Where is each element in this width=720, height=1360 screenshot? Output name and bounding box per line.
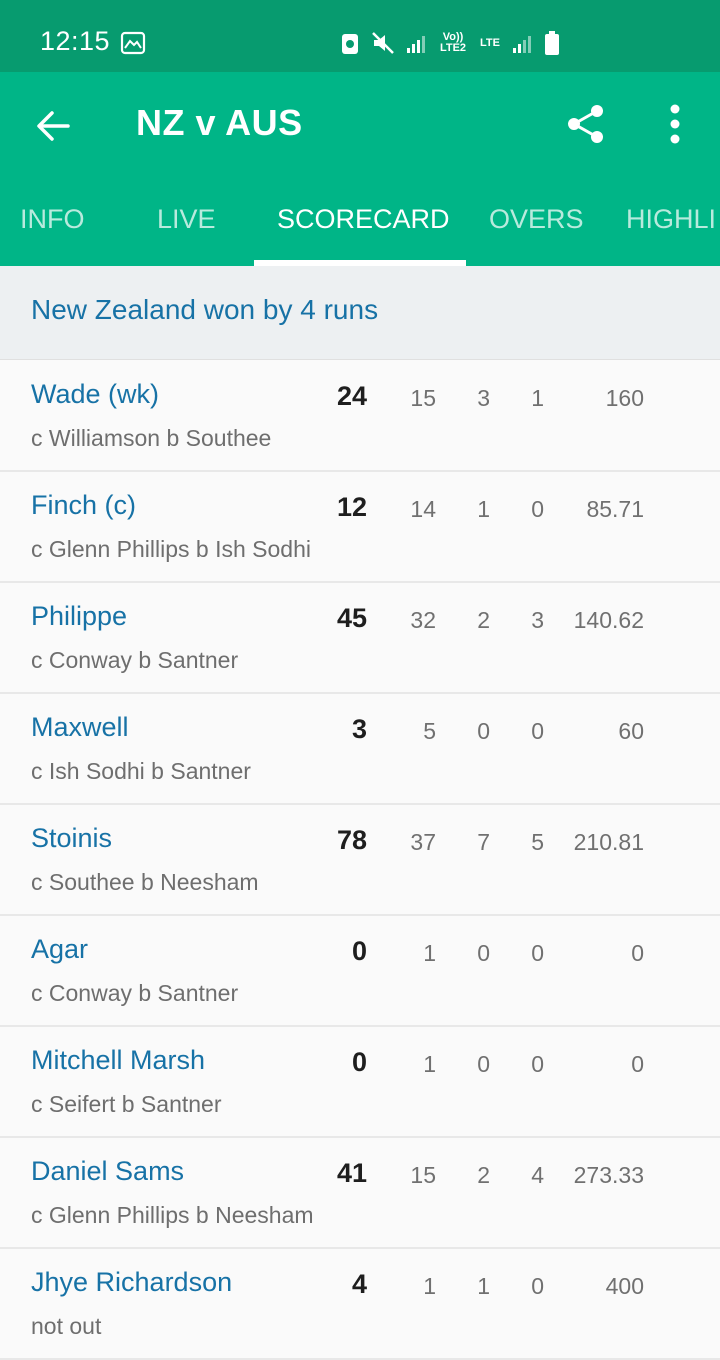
batter-balls: 1 — [423, 940, 436, 966]
batter-runs: 4 — [351, 1269, 367, 1299]
batter-fours: 1 — [477, 1273, 490, 1299]
app-bar: NZ v AUS INFO LIVE SCORECARD OVERS HIGHL… — [0, 72, 720, 266]
batter-balls: 14 — [410, 496, 436, 522]
batter-row[interactable]: Maxwell c Ish Sodhi b Santner 3 5 0 0 60 — [0, 694, 720, 805]
tab-live[interactable]: LIVE — [157, 204, 216, 235]
batter-strike-rate: 160 — [605, 385, 644, 411]
batter-name[interactable]: Mitchell Marsh — [31, 1045, 205, 1076]
batter-strike-rate: 60 — [618, 718, 644, 744]
batter-runs: 0 — [351, 936, 367, 966]
batter-dismissal: c Conway b Santner — [31, 980, 239, 1006]
batter-name[interactable]: Stoinis — [31, 823, 112, 854]
batter-name[interactable]: Jhye Richardson — [31, 1267, 232, 1298]
batter-row[interactable]: Mitchell Marsh c Seifert b Santner 0 1 0… — [0, 1027, 720, 1138]
batter-strike-rate: 400 — [605, 1273, 644, 1299]
batter-runs: 3 — [351, 714, 367, 744]
batter-sixes: 1 — [531, 385, 544, 411]
batter-fours: 0 — [477, 718, 490, 744]
batter-dismissal: c Southee b Neesham — [31, 869, 259, 895]
batter-name[interactable]: Wade (wk) — [31, 379, 159, 410]
gallery-icon — [120, 31, 146, 55]
batter-sixes: 5 — [531, 829, 544, 855]
batter-name[interactable]: Finch (c) — [31, 490, 136, 521]
batter-dismissal: c Seifert b Santner — [31, 1091, 222, 1117]
tab-scorecard[interactable]: SCORECARD — [277, 204, 450, 235]
batter-strike-rate: 0 — [631, 940, 644, 966]
tab-info[interactable]: INFO — [20, 204, 85, 235]
batter-dismissal: c Conway b Santner — [31, 647, 239, 673]
batter-row[interactable]: Jhye Richardson not out 4 1 1 0 400 — [0, 1249, 720, 1360]
batter-row[interactable]: Agar c Conway b Santner 0 1 0 0 0 — [0, 916, 720, 1027]
status-bar: 12:15 Vo)) LTE2 LTE — [0, 0, 720, 72]
batter-dismissal: c Ish Sodhi b Santner — [31, 758, 251, 784]
batter-fours: 3 — [477, 385, 490, 411]
batter-sixes: 0 — [531, 1051, 544, 1077]
batter-balls: 37 — [410, 829, 436, 855]
batter-dismissal: not out — [31, 1313, 102, 1339]
batter-runs: 24 — [336, 381, 367, 411]
batter-name[interactable]: Agar — [31, 934, 88, 965]
batter-strike-rate: 85.71 — [586, 496, 644, 522]
batter-sixes: 0 — [531, 718, 544, 744]
batter-runs: 41 — [336, 1158, 367, 1188]
batter-row[interactable]: Daniel Sams c Glenn Phillips b Neesham 4… — [0, 1138, 720, 1249]
batter-row[interactable]: Stoinis c Southee b Neesham 78 37 7 5 21… — [0, 805, 720, 916]
battery-icon — [545, 31, 559, 55]
batter-name[interactable]: Philippe — [31, 601, 127, 632]
match-result-text: New Zealand won by 4 runs — [31, 294, 379, 325]
page-title: NZ v AUS — [136, 102, 303, 143]
recycle-icon — [342, 34, 358, 54]
batter-strike-rate: 273.33 — [573, 1162, 644, 1188]
batter-sixes: 0 — [531, 940, 544, 966]
batter-balls: 1 — [423, 1051, 436, 1077]
batter-strike-rate: 0 — [631, 1051, 644, 1077]
status-time: 12:15 — [40, 26, 111, 56]
batter-runs: 78 — [336, 825, 367, 855]
status-icons: Vo)) LTE2 LTE — [340, 28, 560, 58]
batter-row[interactable]: Philippe c Conway b Santner 45 32 2 3 14… — [0, 583, 720, 694]
batter-balls: 15 — [410, 385, 436, 411]
batter-balls: 15 — [410, 1162, 436, 1188]
batter-sixes: 0 — [531, 1273, 544, 1299]
batter-row[interactable]: Wade (wk) c Williamson b Southee 24 15 3… — [0, 361, 720, 472]
more-vert-icon[interactable] — [660, 102, 690, 146]
batter-fours: 2 — [477, 1162, 490, 1188]
batter-name[interactable]: Maxwell — [31, 712, 129, 743]
back-arrow-icon[interactable] — [34, 106, 74, 146]
batter-balls: 32 — [410, 607, 436, 633]
batter-dismissal: c Williamson b Southee — [31, 425, 272, 451]
mute-icon — [372, 32, 394, 54]
tab-bar: INFO LIVE SCORECARD OVERS HIGHLI — [0, 198, 720, 266]
batter-sixes: 0 — [531, 496, 544, 522]
batter-fours: 0 — [477, 1051, 490, 1077]
tab-highlights[interactable]: HIGHLI — [626, 204, 716, 235]
network-label-2: LTE — [480, 36, 500, 49]
share-icon[interactable] — [564, 102, 608, 146]
batter-balls: 1 — [423, 1273, 436, 1299]
tab-overs[interactable]: OVERS — [489, 204, 584, 235]
batter-row[interactable]: Finch (c) c Glenn Phillips b Ish Sodhi 1… — [0, 472, 720, 583]
batter-dismissal: c Glenn Phillips b Ish Sodhi — [31, 536, 311, 562]
match-result-banner: New Zealand won by 4 runs — [0, 266, 720, 360]
batter-fours: 7 — [477, 829, 490, 855]
batter-fours: 2 — [477, 607, 490, 633]
batter-runs: 0 — [351, 1047, 367, 1077]
batter-runs: 12 — [336, 492, 367, 522]
batting-scorecard: Wade (wk) c Williamson b Southee 24 15 3… — [0, 361, 720, 1360]
batter-sixes: 4 — [531, 1162, 544, 1188]
batter-balls: 5 — [423, 718, 436, 744]
network-label-1: Vo)) LTE2 — [439, 31, 467, 54]
signal-icon-2 — [513, 36, 531, 53]
batter-strike-rate: 140.62 — [573, 607, 644, 633]
batter-fours: 0 — [477, 940, 490, 966]
batter-runs: 45 — [336, 603, 367, 633]
signal-icon — [407, 36, 425, 53]
batter-name[interactable]: Daniel Sams — [31, 1156, 184, 1187]
batter-fours: 1 — [477, 496, 490, 522]
batter-strike-rate: 210.81 — [573, 829, 644, 855]
batter-dismissal: c Glenn Phillips b Neesham — [31, 1202, 314, 1228]
batter-sixes: 3 — [531, 607, 544, 633]
